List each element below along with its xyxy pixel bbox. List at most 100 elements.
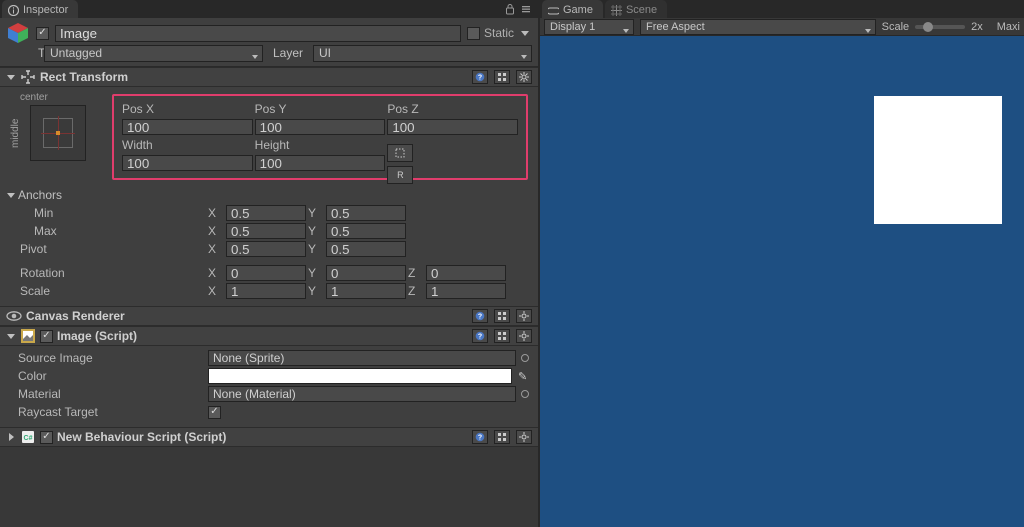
tab-inspector[interactable]: Inspector	[2, 0, 78, 18]
panel-menu-icon[interactable]	[520, 3, 532, 15]
anchors-foldout[interactable]	[6, 190, 16, 200]
right-tabbar: Game Scene	[540, 0, 1024, 18]
anchor-max-y[interactable]	[326, 223, 406, 239]
help-icon[interactable]: ?	[472, 430, 488, 444]
image-enabled-checkbox[interactable]	[40, 330, 53, 343]
pivot-label: Pivot	[6, 242, 206, 256]
color-label: Color	[6, 369, 206, 383]
eyedropper-icon[interactable]	[518, 369, 532, 383]
scene-icon	[611, 5, 622, 16]
pivot-y[interactable]	[326, 241, 406, 257]
object-picker-icon[interactable]	[521, 354, 529, 362]
tab-game[interactable]: Game	[542, 0, 603, 18]
object-picker-icon[interactable]	[521, 390, 529, 398]
inspector-tabbar: Inspector	[0, 0, 538, 18]
scale-z[interactable]	[426, 283, 506, 299]
scale-slider[interactable]	[915, 25, 965, 29]
width-input[interactable]	[122, 155, 253, 171]
game-toolbar: Display 1 Free Aspect Scale 2x Maxi	[540, 18, 1024, 36]
static-checkbox[interactable]	[467, 27, 480, 40]
raycast-label: Raycast Target	[6, 405, 206, 419]
inspector-panel: Inspector Static	[0, 0, 538, 527]
pivot-x[interactable]	[226, 241, 306, 257]
posy-input[interactable]	[255, 119, 386, 135]
anchor-min-y[interactable]	[326, 205, 406, 221]
scale-label: Scale	[6, 284, 206, 298]
scale-x[interactable]	[226, 283, 306, 299]
help-icon[interactable]: ?	[472, 70, 488, 84]
tab-game-label: Game	[563, 4, 593, 16]
source-image-field[interactable]: None (Sprite)	[208, 350, 516, 366]
preset-icon[interactable]	[494, 309, 510, 323]
game-view[interactable]	[540, 36, 1024, 527]
display-dropdown[interactable]: Display 1	[544, 19, 634, 35]
gameobject-name-input[interactable]	[55, 25, 461, 42]
posy-label: Pos Y	[255, 100, 386, 118]
canvas-renderer-icon	[6, 308, 22, 324]
preset-icon[interactable]	[494, 430, 510, 444]
raw-edit-button[interactable]: R	[387, 166, 413, 184]
info-icon	[8, 5, 19, 16]
rotation-y[interactable]	[326, 265, 406, 281]
svg-text:?: ?	[478, 75, 482, 82]
foldout-icon[interactable]	[6, 72, 16, 82]
foldout-icon[interactable]	[6, 432, 16, 442]
anchor-center-label: center	[12, 92, 104, 103]
preset-icon[interactable]	[494, 329, 510, 343]
anchor-min-x[interactable]	[226, 205, 306, 221]
rendered-ui-image	[874, 96, 1002, 224]
min-label: Min	[6, 206, 206, 220]
height-label: Height	[255, 136, 386, 154]
height-input[interactable]	[255, 155, 386, 171]
rotation-x[interactable]	[226, 265, 306, 281]
material-label: Material	[6, 387, 206, 401]
new-behaviour-title: New Behaviour Script (Script)	[57, 430, 226, 444]
tab-inspector-label: Inspector	[23, 4, 68, 16]
anchor-preset-button[interactable]	[30, 105, 86, 161]
new-behaviour-header[interactable]: C# New Behaviour Script (Script) ?	[0, 427, 538, 447]
rotation-label: Rotation	[6, 266, 206, 280]
gear-icon[interactable]	[516, 329, 532, 343]
svg-text:?: ?	[478, 435, 482, 442]
tag-dropdown[interactable]: Untagged	[44, 45, 263, 62]
image-component-header[interactable]: Image (Script) ?	[0, 326, 538, 346]
lock-icon[interactable]	[504, 3, 516, 15]
rect-transform-title: Rect Transform	[40, 70, 128, 84]
gameobject-header: Static Tag Untagged Layer UI	[0, 18, 538, 67]
rect-transform-icon	[20, 69, 36, 85]
image-component-icon	[20, 328, 36, 344]
posx-input[interactable]	[122, 119, 253, 135]
posz-input[interactable]	[387, 119, 518, 135]
anchors-label: Anchors	[18, 188, 62, 202]
canvas-renderer-header[interactable]: Canvas Renderer ?	[0, 306, 538, 326]
rotation-z[interactable]	[426, 265, 506, 281]
scale-y[interactable]	[326, 283, 406, 299]
tab-scene[interactable]: Scene	[605, 0, 667, 18]
gear-icon[interactable]	[516, 430, 532, 444]
layer-dropdown[interactable]: UI	[313, 45, 532, 62]
svg-text:C#: C#	[24, 435, 33, 442]
gear-icon[interactable]	[516, 70, 532, 84]
script-enabled-checkbox[interactable]	[40, 431, 53, 444]
foldout-icon[interactable]	[6, 331, 16, 341]
blueprint-mode-button[interactable]	[387, 144, 413, 162]
script-icon: C#	[20, 429, 36, 445]
game-panel: Game Scene Display 1 Free Aspect Scale 2…	[538, 0, 1024, 527]
raycast-target-checkbox[interactable]	[208, 406, 221, 419]
rect-transform-header[interactable]: Rect Transform ?	[0, 67, 538, 87]
anchor-max-x[interactable]	[226, 223, 306, 239]
gameobject-active-checkbox[interactable]	[36, 27, 49, 40]
preset-icon[interactable]	[494, 70, 510, 84]
rect-transform-body: center middle Pos X Pos Y Pos Z	[0, 87, 538, 306]
help-icon[interactable]: ?	[472, 309, 488, 323]
gear-icon[interactable]	[516, 309, 532, 323]
aspect-dropdown[interactable]: Free Aspect	[640, 19, 876, 35]
source-image-label: Source Image	[6, 351, 206, 365]
material-field[interactable]: None (Material)	[208, 386, 516, 402]
gameobject-icon[interactable]	[6, 21, 30, 45]
color-field[interactable]	[208, 368, 512, 384]
help-icon[interactable]: ?	[472, 329, 488, 343]
game-icon	[548, 5, 559, 16]
static-dropdown-arrow[interactable]	[518, 26, 532, 40]
scale-value: 2x	[971, 21, 983, 33]
